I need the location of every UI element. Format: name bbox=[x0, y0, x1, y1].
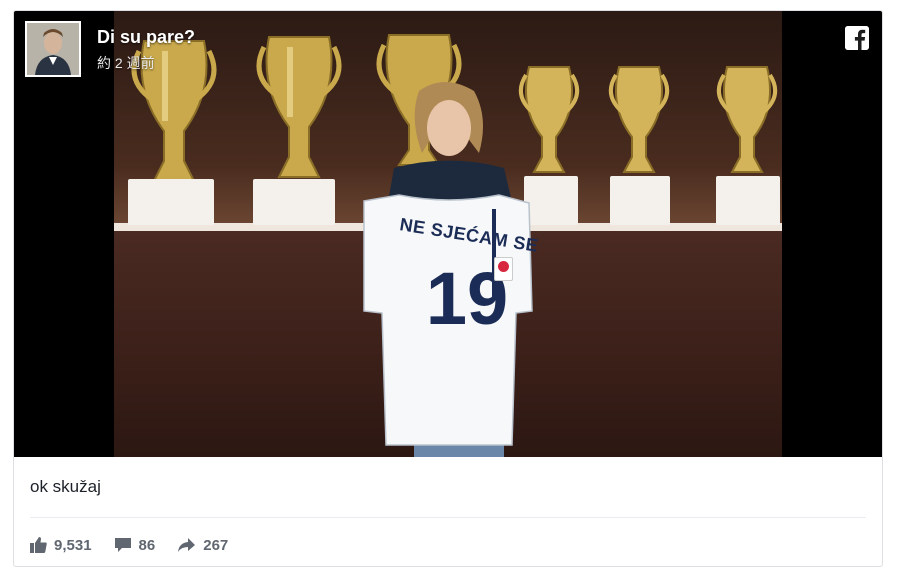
post-media[interactable]: NE SJEĆAM SE 19 Di su pare? 約 2 週前 bbox=[14, 11, 882, 457]
share-arrow-icon bbox=[178, 538, 196, 552]
comments-count: 86 bbox=[138, 536, 156, 554]
comment-icon bbox=[114, 538, 131, 552]
post-card: NE SJEĆAM SE 19 Di su pare? 約 2 週前 ok sk… bbox=[13, 10, 883, 567]
pedestal bbox=[128, 179, 214, 225]
post-header: Di su pare? 約 2 週前 bbox=[14, 11, 882, 91]
comments-stat[interactable]: 86 bbox=[114, 536, 156, 554]
timestamp[interactable]: 約 2 週前 bbox=[97, 53, 155, 73]
page-name[interactable]: Di su pare? bbox=[97, 27, 195, 48]
likes-count: 9,531 bbox=[54, 536, 92, 554]
pedestal bbox=[716, 176, 780, 225]
shares-stat[interactable]: 267 bbox=[177, 537, 228, 554]
jersey-number: 19 bbox=[425, 257, 509, 340]
shares-count: 267 bbox=[203, 536, 229, 554]
facebook-icon[interactable] bbox=[845, 26, 869, 50]
post-caption: ok skužaj bbox=[30, 477, 101, 496]
pedestal bbox=[253, 179, 335, 225]
liga-badge-icon bbox=[494, 257, 513, 281]
divider bbox=[30, 517, 866, 518]
engagement-stats: 9,531 86 267 bbox=[30, 533, 250, 557]
likes-stat[interactable]: 9,531 bbox=[30, 537, 92, 554]
avatar[interactable] bbox=[25, 21, 81, 77]
pedestal bbox=[610, 176, 670, 225]
thumbs-up-icon bbox=[30, 537, 47, 553]
